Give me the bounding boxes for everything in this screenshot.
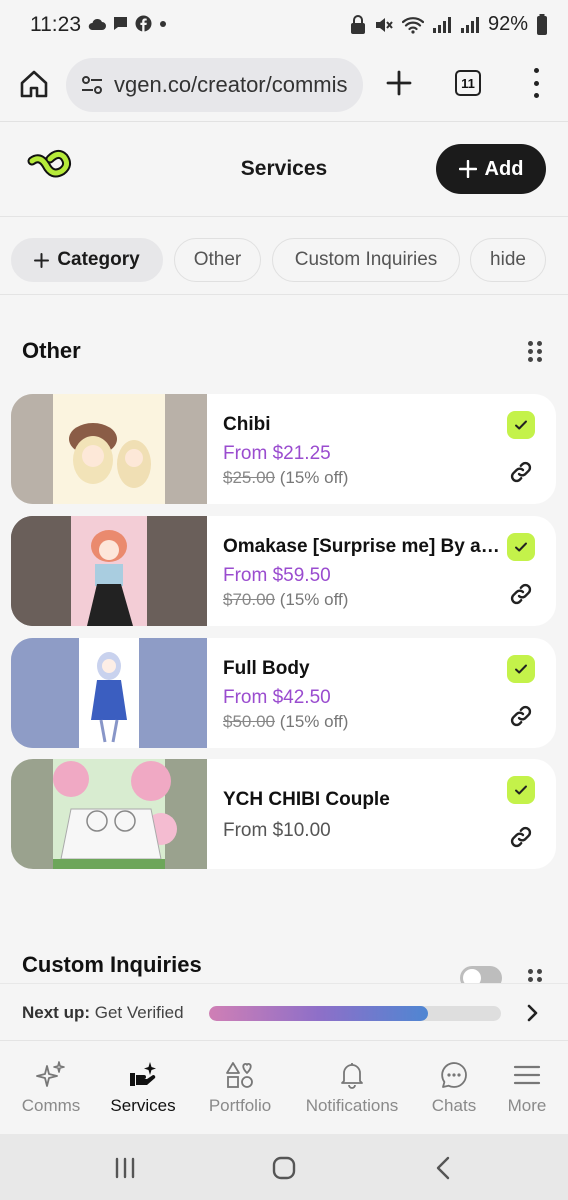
enabled-checkbox[interactable] bbox=[507, 655, 535, 683]
wifi-icon bbox=[401, 16, 424, 34]
service-name: YCH CHIBI Couple bbox=[223, 789, 390, 810]
plus-icon bbox=[34, 252, 50, 268]
bell-icon bbox=[341, 1063, 363, 1089]
link-icon[interactable] bbox=[509, 582, 533, 606]
service-card[interactable]: Full Body From $42.50 $50.00 (15% off) bbox=[11, 638, 556, 748]
chip-custom-inquiries[interactable]: Custom Inquiries bbox=[272, 238, 460, 282]
bottom-nav: Comms Services Portfolio Notifications C… bbox=[0, 1042, 568, 1134]
cloud-icon bbox=[88, 18, 106, 30]
chip-add-category[interactable]: Category bbox=[11, 238, 163, 282]
checkmark-icon bbox=[515, 420, 527, 430]
next-up-bar[interactable]: Next up: Get Verified bbox=[0, 983, 568, 1041]
battery-icon bbox=[537, 13, 547, 35]
system-navigation-bar bbox=[0, 1134, 568, 1200]
dot-icon bbox=[160, 20, 166, 27]
service-original-price: $70.00 (15% off) bbox=[223, 590, 349, 609]
service-thumbnail bbox=[11, 638, 207, 748]
services-hand-icon bbox=[130, 1062, 156, 1086]
message-icon bbox=[114, 17, 127, 30]
nav-portfolio[interactable]: Portfolio bbox=[192, 1060, 288, 1116]
checkmark-icon bbox=[515, 664, 527, 674]
battery-percent: 92% bbox=[487, 13, 528, 35]
chat-bubble-icon bbox=[441, 1062, 467, 1088]
add-label: Add bbox=[484, 157, 524, 180]
signal-icon-2 bbox=[460, 16, 479, 33]
site-settings-icon[interactable] bbox=[80, 73, 104, 97]
service-price: From $59.50 bbox=[223, 565, 331, 586]
nav-notifications[interactable]: Notifications bbox=[304, 1060, 400, 1116]
nav-label: Portfolio bbox=[208, 1096, 272, 1115]
add-service-button[interactable]: Add bbox=[436, 144, 546, 194]
enabled-checkbox[interactable] bbox=[507, 776, 535, 804]
verification-progress bbox=[209, 1006, 501, 1021]
service-original-price: $25.00 (15% off) bbox=[223, 468, 349, 487]
url-text: vgen.co/creator/commis bbox=[114, 72, 348, 97]
chevron-right-icon[interactable] bbox=[522, 1002, 542, 1024]
link-icon[interactable] bbox=[509, 825, 533, 849]
service-price: From $10.00 bbox=[223, 820, 331, 841]
service-name: Full Body bbox=[223, 658, 310, 679]
chip-other[interactable]: Other bbox=[174, 238, 261, 282]
signal-icon bbox=[432, 16, 451, 33]
nav-label: Chats bbox=[431, 1096, 477, 1115]
drag-handle-icon[interactable] bbox=[528, 341, 542, 362]
service-card[interactable]: YCH CHIBI Couple From $10.00 bbox=[11, 759, 556, 869]
service-card[interactable]: Omakase [Surprise me] By ar... From $59.… bbox=[11, 516, 556, 626]
service-thumbnail bbox=[11, 394, 207, 504]
service-thumbnail bbox=[11, 516, 207, 626]
vgen-logo[interactable] bbox=[26, 147, 74, 187]
service-price: From $21.25 bbox=[223, 443, 331, 464]
status-bar: 11:23 92% bbox=[0, 0, 568, 52]
tab-switcher-button[interactable]: 11 bbox=[455, 70, 481, 96]
nav-label: Notifications bbox=[305, 1096, 399, 1115]
nav-comms[interactable]: Comms bbox=[3, 1060, 99, 1116]
service-price: From $42.50 bbox=[223, 687, 331, 708]
sparkles-icon bbox=[36, 1061, 65, 1087]
nav-services[interactable]: Services bbox=[95, 1060, 191, 1116]
nav-more[interactable]: More bbox=[479, 1060, 568, 1116]
hamburger-icon bbox=[513, 1065, 541, 1085]
chip-hide[interactable]: hide bbox=[470, 238, 546, 282]
browser-menu-icon[interactable] bbox=[524, 68, 548, 98]
nav-label: More bbox=[507, 1096, 547, 1115]
plus-icon bbox=[458, 160, 477, 178]
next-up-label: Next up: Get Verified bbox=[22, 1003, 184, 1022]
enabled-checkbox[interactable] bbox=[507, 533, 535, 561]
home-icon[interactable] bbox=[18, 68, 50, 100]
service-thumbnail bbox=[11, 759, 207, 869]
section-title-other: Other bbox=[22, 338, 81, 363]
shapes-icon bbox=[226, 1062, 253, 1088]
facebook-icon bbox=[135, 15, 152, 32]
section-title-custom-inquiries: Custom Inquiries bbox=[22, 952, 202, 977]
recent-apps-icon[interactable] bbox=[111, 1154, 139, 1182]
chip-label: Custom Inquiries bbox=[294, 249, 438, 270]
nav-label: Services bbox=[110, 1096, 176, 1115]
nav-label: Comms bbox=[21, 1096, 81, 1115]
checkmark-icon bbox=[515, 785, 527, 795]
mute-icon bbox=[375, 17, 393, 32]
notification-icons bbox=[88, 15, 168, 32]
service-name: Chibi bbox=[223, 414, 271, 435]
checkmark-icon bbox=[515, 542, 527, 552]
chip-label: hide bbox=[490, 249, 526, 270]
lock-icon bbox=[350, 14, 365, 34]
status-time: 11:23 bbox=[30, 13, 81, 36]
link-icon[interactable] bbox=[509, 460, 533, 484]
service-name: Omakase [Surprise me] By ar... bbox=[223, 536, 501, 557]
home-button-icon[interactable] bbox=[270, 1154, 298, 1182]
link-icon[interactable] bbox=[509, 704, 533, 728]
service-card[interactable]: Chibi From $21.25 $25.00 (15% off) bbox=[11, 394, 556, 504]
app-header: Services Add bbox=[0, 123, 568, 217]
address-bar[interactable]: vgen.co/creator/commis bbox=[66, 58, 363, 112]
browser-toolbar: vgen.co/creator/commis 11 bbox=[0, 52, 568, 122]
category-chips: Category Other Custom Inquiries hide bbox=[0, 217, 568, 295]
chip-label: Category bbox=[57, 249, 140, 270]
new-tab-icon[interactable] bbox=[384, 68, 414, 98]
chip-label: Other bbox=[193, 249, 242, 270]
back-icon[interactable] bbox=[430, 1154, 458, 1182]
progress-fill bbox=[209, 1006, 428, 1021]
enabled-checkbox[interactable] bbox=[507, 411, 535, 439]
service-original-price: $50.00 (15% off) bbox=[223, 712, 349, 731]
